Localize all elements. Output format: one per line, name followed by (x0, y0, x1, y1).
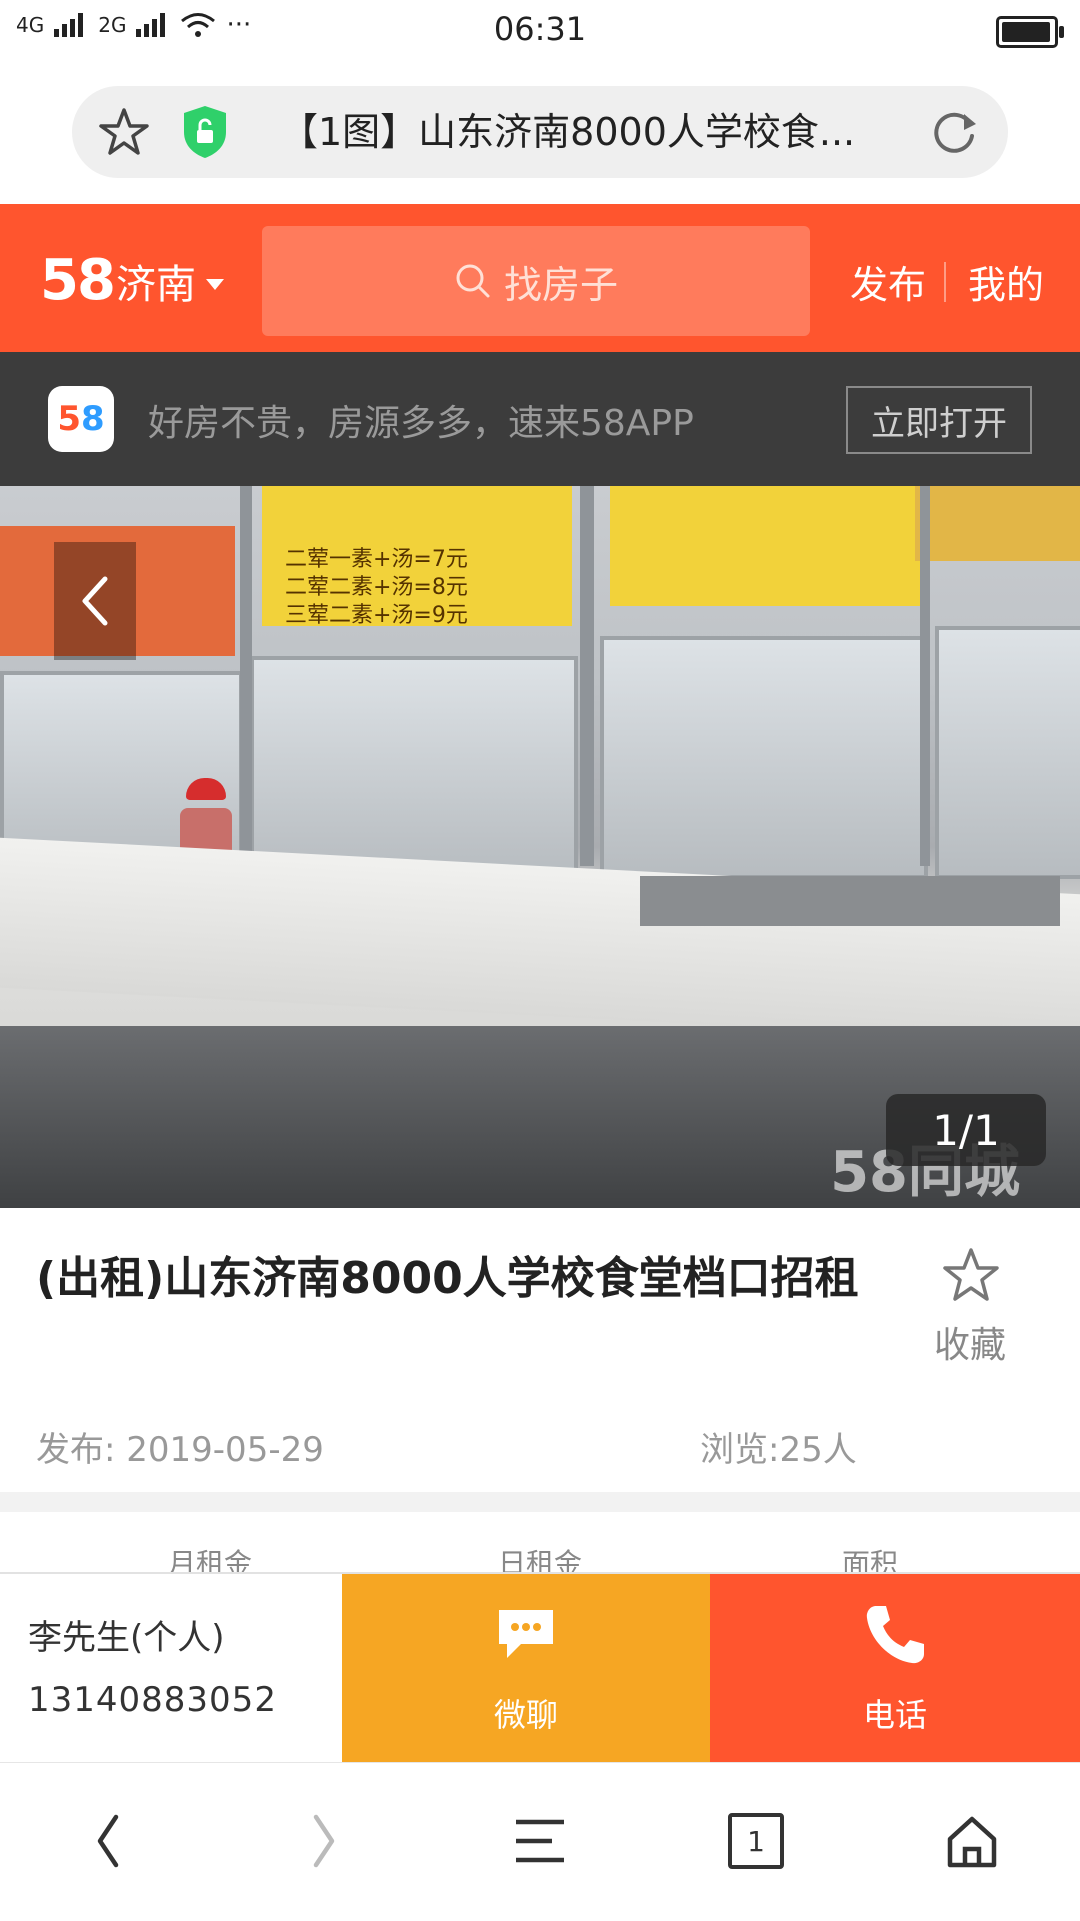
chevron-right-icon (313, 1814, 335, 1868)
listing-photo[interactable]: 二荤一素+汤=7元 二荤二素+汤=8元 三荤二素+汤=9元 58同城 1/1 (0, 486, 1080, 1208)
publish-link[interactable]: 发布 (850, 254, 926, 309)
site-header: 58 济南 找房子 发布 我的 (0, 204, 1080, 352)
forward-button[interactable] (288, 1805, 360, 1877)
star-icon[interactable] (94, 102, 154, 162)
contact-name: 李先生(个人) (28, 1618, 225, 1658)
chat-button[interactable]: 微聊 (342, 1574, 710, 1764)
shield-icon[interactable] (180, 104, 230, 160)
home-icon (947, 1816, 997, 1868)
contact-bar: 李先生(个人) 13140883052 微聊 电话 (0, 1572, 1080, 1764)
app-icon: 58 (48, 386, 114, 452)
tabs-icon: 1 (728, 1813, 784, 1869)
favorite-label[interactable]: 收藏 (900, 1316, 1040, 1368)
app-download-banner: 58 好房不贵，房源多多，速来58APP 立即打开 (0, 352, 1080, 486)
steam-table (640, 876, 1060, 926)
home-button[interactable] (936, 1805, 1008, 1877)
battery-fill (1002, 22, 1050, 42)
favorite-star-icon[interactable] (940, 1246, 1002, 1304)
city-selector[interactable]: 济南 (116, 252, 224, 310)
menu-sign-right-2 (915, 486, 1080, 561)
city-label: 济南 (116, 262, 196, 308)
tabs-button[interactable]: 1 (720, 1805, 792, 1877)
search-box[interactable]: 找房子 (262, 226, 810, 336)
search-icon (456, 264, 490, 298)
serving-window-4 (935, 626, 1080, 879)
browser-bottom-nav: 1 (0, 1762, 1080, 1921)
chevron-left-icon (97, 1814, 119, 1868)
call-label: 电话 (862, 1696, 927, 1734)
app-banner-text: 好房不贵，房源多多，速来58APP (148, 403, 694, 444)
contact-phone[interactable]: 13140883052 (28, 1680, 277, 1720)
serving-window-3 (600, 636, 928, 879)
view-count: 浏览:25人 (700, 1430, 857, 1470)
listing-info: (出租)山东济南8000人学校食堂档口招租 收藏 发布: 2019-05-29 … (0, 1208, 1080, 1492)
dropdown-arrow-icon (206, 278, 224, 290)
chat-icon (499, 1610, 553, 1658)
gallery-prev-button[interactable] (54, 542, 136, 660)
pole-2 (580, 486, 594, 866)
serving-window-2 (250, 656, 578, 879)
page-title[interactable]: 【1图】山东济南8000人学校食... (280, 104, 890, 160)
phone-icon (866, 1606, 924, 1664)
back-button[interactable] (72, 1805, 144, 1877)
publish-date: 发布: 2019-05-29 (36, 1430, 324, 1470)
address-bar[interactable]: 【1图】山东济南8000人学校食... (72, 86, 1008, 178)
tab-count: 1 (747, 1824, 765, 1858)
browser-toolbar: 【1图】山东济南8000人学校食... (0, 64, 1080, 204)
call-button[interactable]: 电话 (710, 1574, 1080, 1764)
battery-icon (996, 16, 1064, 48)
menu-sign-text: 二荤一素+汤=7元 二荤二素+汤=8元 三荤二素+汤=9元 (285, 547, 468, 628)
menu-button[interactable] (504, 1805, 576, 1877)
clock: 06:31 (493, 10, 587, 48)
site-logo[interactable]: 58 (40, 248, 116, 313)
pole-3 (920, 486, 930, 866)
reload-icon[interactable] (924, 102, 984, 162)
photo-counter: 1/1 (886, 1094, 1046, 1166)
menu-sign-right (610, 486, 930, 606)
header-divider (944, 262, 946, 302)
chat-label: 微聊 (493, 1696, 558, 1734)
listing-title: (出租)山东济南8000人学校食堂档口招租 (36, 1253, 859, 1304)
menu-icon (516, 1819, 564, 1863)
search-placeholder: 找房子 (503, 262, 618, 307)
open-app-button[interactable]: 立即打开 (846, 386, 1032, 454)
pole-1 (240, 486, 252, 866)
status-bar: 4G 2G ··· 06:31 (0, 0, 1080, 64)
my-account-link[interactable]: 我的 (968, 254, 1044, 309)
chevron-left-icon (82, 576, 108, 626)
